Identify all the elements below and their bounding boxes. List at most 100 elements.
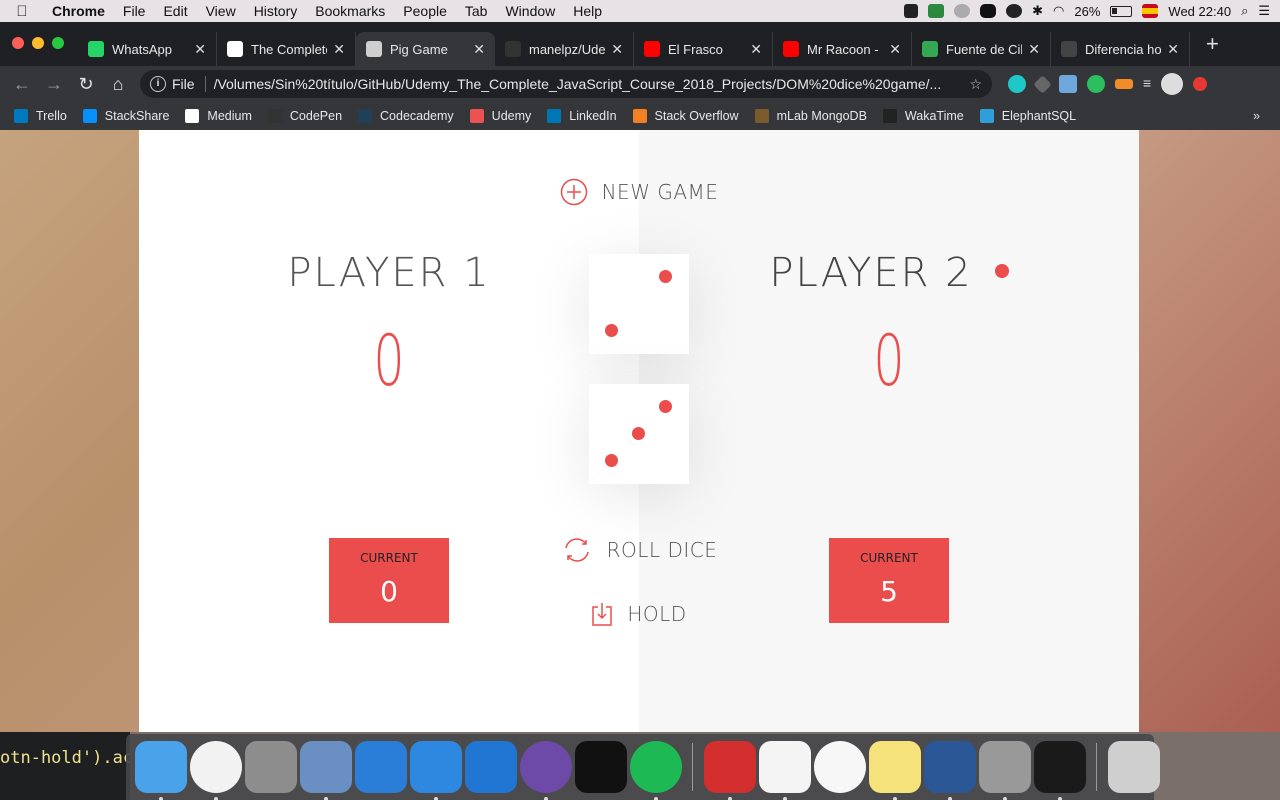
spinner-icon[interactable] [954, 4, 971, 18]
dock-notes-icon[interactable] [868, 741, 921, 800]
menu-help[interactable]: Help [564, 3, 611, 19]
close-tab-icon[interactable]: ✕ [750, 41, 762, 58]
menu-edit[interactable]: Edit [154, 3, 196, 19]
ghost-icon[interactable] [980, 4, 997, 18]
dock-xcode-icon[interactable] [354, 741, 407, 793]
dock-trash-icon[interactable] [1107, 741, 1160, 793]
dock-spotify-icon[interactable] [629, 741, 682, 800]
coffee-icon[interactable] [1006, 4, 1023, 18]
tab-the-complete[interactable]: The Complete ✕ [217, 32, 356, 66]
bluetooth-icon[interactable]: ✱ [1032, 3, 1043, 19]
flag-spain-icon[interactable] [1142, 4, 1159, 18]
close-window-button[interactable] [12, 37, 24, 49]
bookmark-stackshare[interactable]: StackShare [82, 109, 169, 123]
close-tab-icon[interactable]: ✕ [333, 41, 345, 58]
dock-hyper-icon[interactable] [574, 741, 627, 793]
bookmark-codepen[interactable]: CodePen [267, 109, 342, 123]
spotlight-search-icon[interactable]: ⌕ [1241, 3, 1248, 19]
tab-fuente-de-cil[interactable]: Fuente de Cil ✕ [912, 32, 1051, 66]
tab-pig-game[interactable]: Pig Game ✕ [356, 32, 495, 66]
wifi-icon[interactable]: ◠ [1053, 3, 1064, 19]
apple-menu-icon[interactable]:  [0, 3, 44, 20]
dock-github-desktop-icon[interactable] [519, 741, 572, 800]
tab-manelpz-ude[interactable]: manelpz/Ude ✕ [495, 32, 634, 66]
playlist-icon[interactable]: ≡ [1143, 75, 1151, 93]
close-tab-icon[interactable]: ✕ [194, 41, 206, 58]
dock-word-icon[interactable] [923, 741, 976, 800]
site-info-icon[interactable]: i [150, 76, 166, 92]
bookmark-mlab-mongodb[interactable]: mLab MongoDB [754, 109, 867, 123]
dock-textedit-icon[interactable] [758, 741, 811, 800]
bookmark-elephantsql[interactable]: ElephantSQL [979, 109, 1076, 123]
minimize-window-button[interactable] [32, 37, 44, 49]
new-tab-button[interactable]: + [1190, 31, 1235, 57]
more-bookmarks-icon[interactable]: » [1253, 109, 1260, 123]
dock-finder-icon[interactable] [134, 741, 187, 800]
menu-window[interactable]: Window [496, 3, 564, 19]
menu-bookmarks[interactable]: Bookmarks [306, 3, 394, 19]
menu-app-chrome[interactable]: Chrome [44, 3, 114, 19]
extension-gem-icon[interactable] [1059, 75, 1077, 93]
dock-itunes-icon[interactable] [813, 741, 866, 793]
roll-dice-button[interactable]: ROLL DICE [559, 532, 719, 568]
battery-percentage: 26% [1074, 3, 1101, 19]
player2-current-score: 5 [880, 575, 898, 608]
evernote-icon[interactable] [1087, 75, 1105, 93]
hold-button[interactable]: HOLD [559, 596, 719, 632]
close-tab-icon[interactable]: ✕ [1167, 41, 1179, 58]
dock-calculator-icon[interactable] [978, 741, 1031, 800]
player2-name: PLAYER 2 [639, 250, 1139, 296]
bookmark-udemy[interactable]: Udemy [469, 109, 531, 123]
profile-avatar[interactable] [1161, 73, 1184, 95]
close-tab-icon[interactable]: ✕ [889, 41, 901, 58]
bookmark-linkedin[interactable]: LinkedIn [547, 109, 617, 123]
dock-preview-icon[interactable] [299, 741, 352, 800]
dock-simulator-icon[interactable] [409, 741, 462, 800]
battery-icon[interactable] [1110, 5, 1133, 17]
back-button[interactable]: ← [6, 74, 38, 95]
bookmark-label: Trello [36, 109, 67, 123]
close-tab-icon[interactable]: ✕ [473, 41, 485, 58]
dock-chrome-icon[interactable] [189, 741, 242, 800]
bookmark-stack-overflow[interactable]: Stack Overflow [632, 109, 739, 123]
address-bar[interactable]: i File /Volumes/Sin%20título/GitHub/Udem… [140, 70, 992, 98]
reload-button[interactable]: ↻ [70, 74, 102, 95]
close-tab-icon[interactable]: ✕ [611, 41, 623, 58]
tab-diferencia-ho[interactable]: Diferencia ho ✕ [1051, 32, 1190, 66]
zoom-window-button[interactable] [52, 37, 64, 49]
new-game-button[interactable]: NEW GAME [559, 174, 719, 210]
bookmark-medium[interactable]: Medium [185, 109, 252, 123]
tab-el-frasco[interactable]: El Frasco ✕ [634, 32, 773, 66]
menu-people[interactable]: People [394, 3, 456, 19]
tab-whatsapp[interactable]: WhatsApp ✕ [78, 32, 217, 66]
dock-acrobat-icon[interactable] [703, 741, 756, 800]
dock-vscode-icon[interactable] [464, 741, 517, 793]
dock-launchpad-icon[interactable] [244, 741, 297, 793]
bookmark-wakatime[interactable]: WakaTime [882, 109, 964, 123]
menu-file[interactable]: File [114, 3, 155, 19]
menu-tab[interactable]: Tab [456, 3, 497, 19]
page-viewport: PLAYER 1 0 CURRENT 0 PLAYER 2 0 CURRENT … [0, 130, 1280, 732]
refresh-icon [561, 536, 593, 564]
close-tab-icon[interactable]: ✕ [1028, 41, 1040, 58]
bookmark-trello[interactable]: Trello [14, 109, 67, 123]
dropbox-icon[interactable] [904, 4, 919, 18]
update-badge-icon[interactable] [1193, 77, 1208, 91]
clock-text[interactable]: Wed 22:40 [1168, 4, 1231, 19]
menu-view[interactable]: View [197, 3, 245, 19]
extension-diamond-icon[interactable] [1033, 74, 1052, 94]
dock-terminal-icon[interactable] [1033, 741, 1086, 800]
sheets-icon[interactable] [928, 4, 945, 18]
extension-orange-icon[interactable] [1115, 79, 1133, 89]
bookmark-star-icon[interactable]: ☆ [969, 76, 982, 93]
forward-button[interactable]: → [38, 74, 70, 95]
home-button[interactable]: ⌂ [102, 74, 134, 95]
bookmark-codecademy[interactable]: Codecademy [358, 109, 454, 123]
tab-mr-racoon[interactable]: Mr Racoon - ✕ [773, 32, 912, 66]
address-url[interactable]: /Volumes/Sin%20título/GitHub/Udemy_The_C… [214, 76, 962, 92]
extension-m-icon[interactable] [1008, 75, 1026, 93]
active-player-dot-icon [994, 264, 1009, 278]
dice-pip [631, 426, 645, 440]
notification-center-icon[interactable]: ☰ [1258, 3, 1270, 19]
menu-history[interactable]: History [245, 3, 307, 19]
